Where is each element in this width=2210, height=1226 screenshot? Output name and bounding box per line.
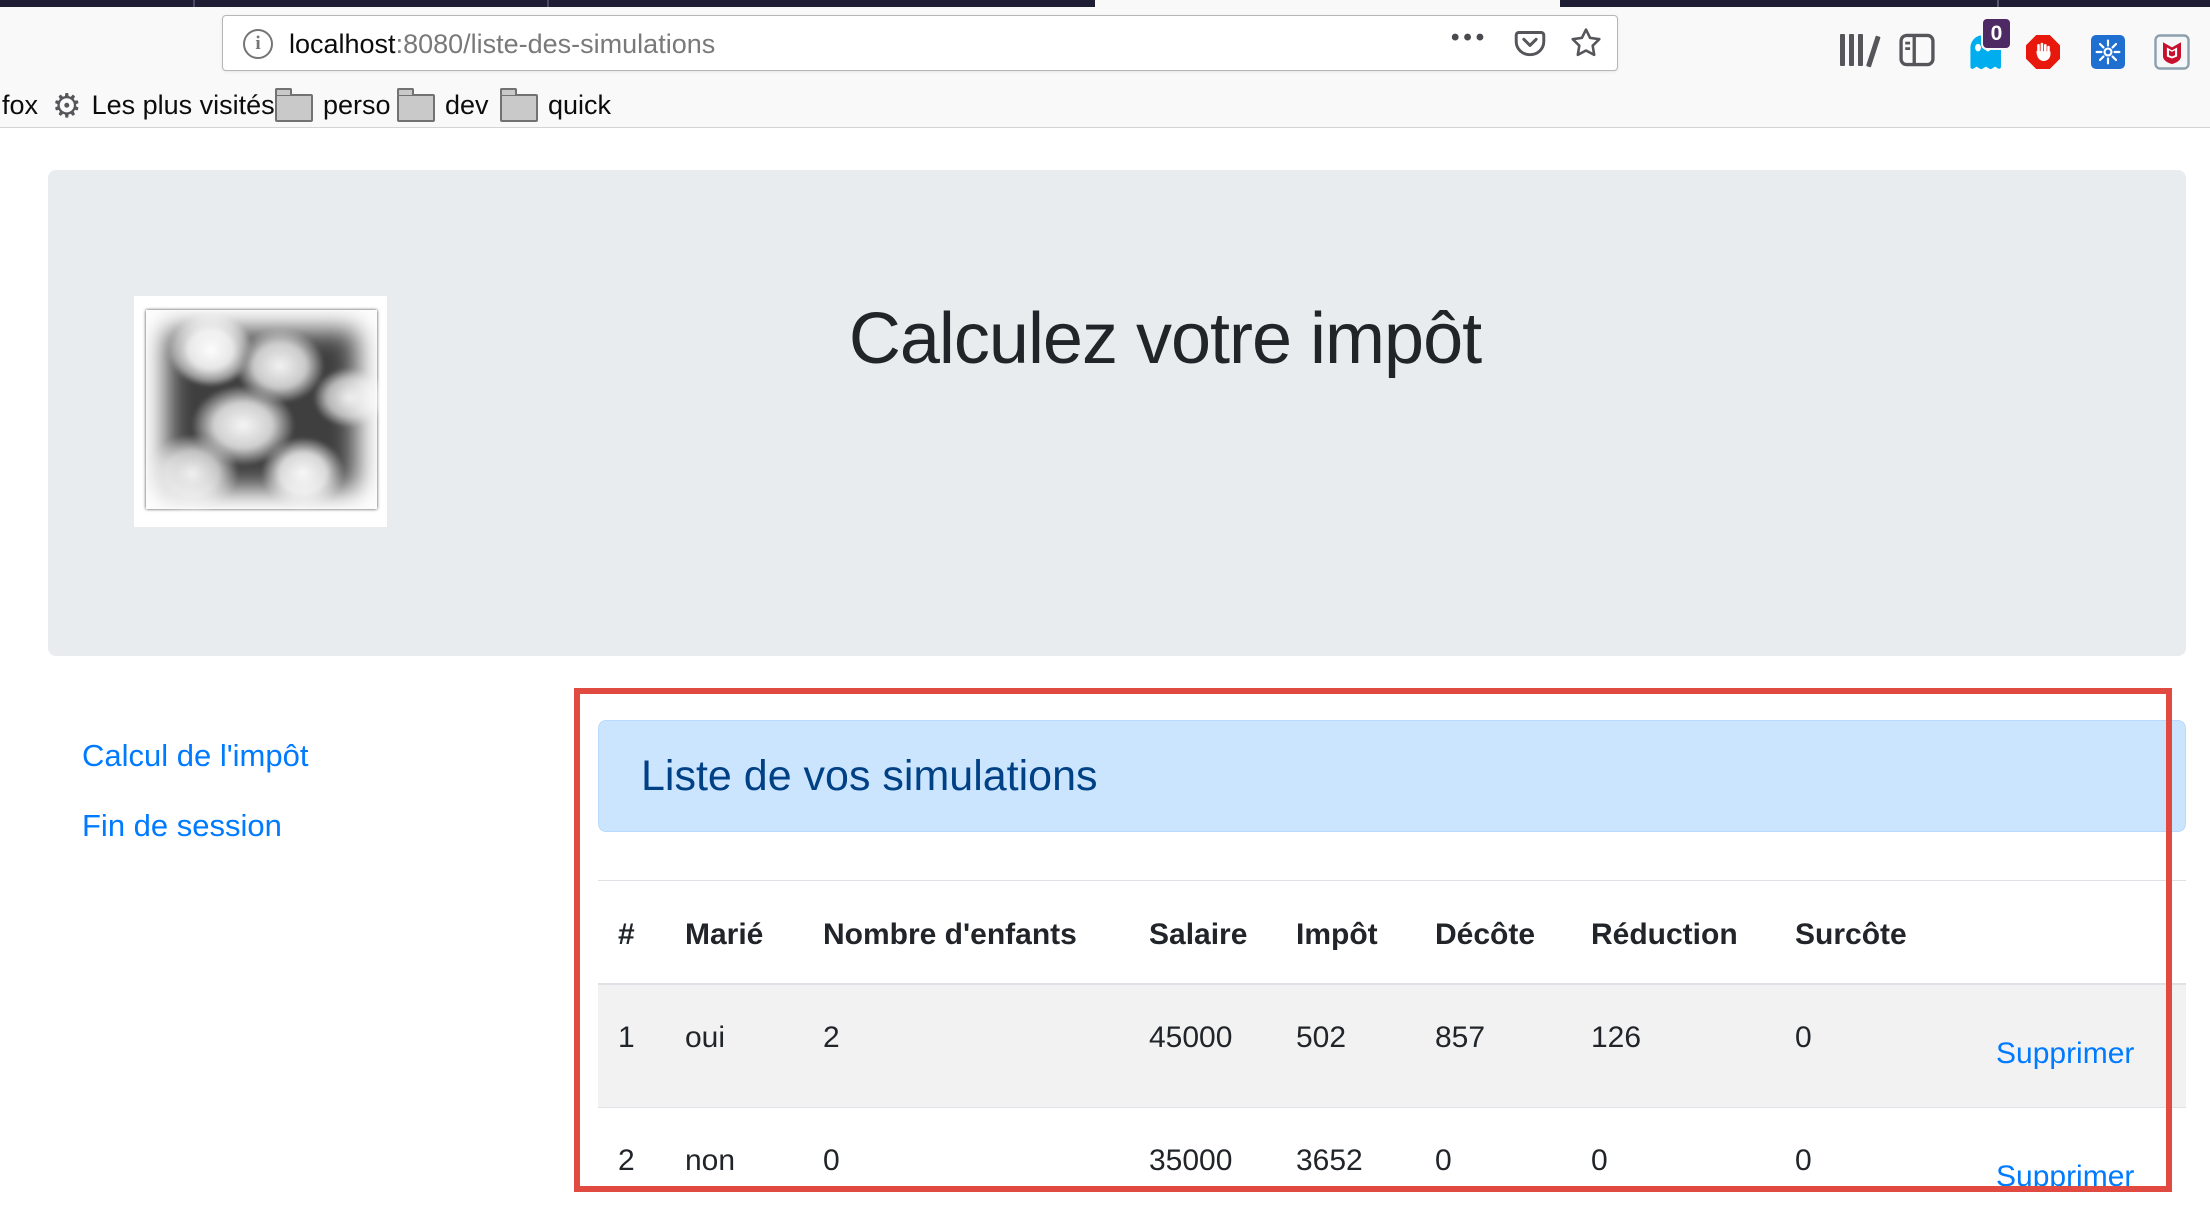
stop-hand-icon (2026, 35, 2060, 69)
photo-vignette (146, 310, 377, 509)
ghostery-extension-icon[interactable]: 0 (1964, 33, 2002, 71)
bookmark-label: dev (445, 90, 489, 121)
ghostery-badge: 0 (1981, 17, 2012, 50)
library-icon (1838, 34, 1872, 66)
cell-impot: 502 (1276, 984, 1415, 1108)
bookmark-folder-quick[interactable]: quick (500, 84, 611, 127)
folder-icon (275, 94, 313, 122)
navigation-toolbar: i localhost:8080/liste-des-simulations •… (0, 7, 2210, 84)
table-row: 2 non 0 35000 3652 0 0 0 Supprimer (598, 1108, 2186, 1226)
bookmark-label: fox (2, 90, 38, 121)
library-icon[interactable] (1836, 31, 1874, 69)
browser-window: i localhost:8080/liste-des-simulations •… (0, 0, 2210, 1226)
folder-icon (500, 94, 538, 122)
sidebars-icon (1899, 33, 1935, 67)
tab-divider (547, 0, 549, 7)
tab-strip (0, 0, 2210, 7)
url-bar[interactable]: i localhost:8080/liste-des-simulations •… (222, 15, 1618, 71)
bookmark-label: Les plus visités (92, 90, 275, 121)
bookmark-star-icon[interactable] (1567, 24, 1605, 62)
bookmark-label: quick (548, 90, 611, 121)
simulations-table: # Marié Nombre d'enfants Salaire Impôt D… (598, 880, 2186, 1226)
simulations-panel-header: Liste de vos simulations (598, 720, 2186, 832)
cell-reduction: 126 (1571, 984, 1775, 1108)
star-icon (1569, 26, 1603, 60)
bookmark-label: perso (323, 90, 391, 121)
shield-icon (2154, 34, 2190, 70)
page-title: Calculez votre impôt (760, 298, 1570, 380)
col-header-actions (1976, 881, 2186, 985)
col-header-impot: Impôt (1276, 881, 1415, 985)
bookmarks-toolbar: fox ⚙ Les plus visités perso dev quick (0, 84, 2210, 128)
flower-photo (134, 296, 387, 527)
col-header-decote: Décôte (1415, 881, 1571, 985)
col-header-marie: Marié (665, 881, 803, 985)
nav-link-calcul-impot[interactable]: Calcul de l'impôt (82, 738, 308, 774)
bookmark-item-fox[interactable]: fox (2, 84, 38, 127)
page-actions-icon[interactable]: ••• (1451, 24, 1488, 52)
delete-simulation-link[interactable]: Supprimer (1996, 1037, 2134, 1071)
col-header-num: # (598, 881, 665, 985)
cell-surcote: 0 (1775, 1108, 1976, 1226)
site-info-icon[interactable]: i (243, 29, 273, 59)
cell-surcote: 0 (1775, 984, 1976, 1108)
cell-reduction: 0 (1571, 1108, 1775, 1226)
bookmark-folder-dev[interactable]: dev (397, 84, 489, 127)
extension-starburst-icon[interactable] (2089, 33, 2127, 71)
nav-link-fin-session[interactable]: Fin de session (82, 808, 282, 844)
panel-title: Liste de vos simulations (641, 752, 1098, 801)
table-row: 1 oui 2 45000 502 857 126 0 Supprimer (598, 984, 2186, 1108)
adblocker-icon[interactable] (2024, 33, 2062, 71)
tab-divider (193, 0, 195, 7)
cell-salaire: 35000 (1129, 1108, 1276, 1226)
col-header-enfants: Nombre d'enfants (803, 881, 1129, 985)
mcafee-webadvisor-icon[interactable] (2153, 33, 2191, 71)
cell-marie: oui (665, 984, 803, 1108)
gear-icon: ⚙ (52, 89, 82, 122)
url-path: :8080/liste-des-simulations (396, 29, 716, 59)
cell-enfants: 2 (803, 984, 1129, 1108)
url-host: localhost (289, 29, 396, 59)
pocket-icon[interactable] (1511, 24, 1549, 62)
pocket-icon (1514, 27, 1546, 59)
tab-divider (1997, 0, 1999, 7)
cell-num: 1 (598, 984, 665, 1108)
col-header-reduction: Réduction (1571, 881, 1775, 985)
cell-num: 2 (598, 1108, 665, 1226)
folder-icon (397, 94, 435, 122)
delete-simulation-link[interactable]: Supprimer (1996, 1160, 2134, 1194)
cell-decote: 857 (1415, 984, 1571, 1108)
cell-marie: non (665, 1108, 803, 1226)
table-header-row: # Marié Nombre d'enfants Salaire Impôt D… (598, 881, 2186, 985)
sidebars-icon[interactable] (1898, 31, 1936, 69)
col-header-salaire: Salaire (1129, 881, 1276, 985)
cell-impot: 3652 (1276, 1108, 1415, 1226)
active-tab[interactable] (1095, 0, 1560, 7)
cell-enfants: 0 (803, 1108, 1129, 1226)
bookmark-item-most-visited[interactable]: ⚙ Les plus visités (52, 84, 275, 127)
cell-salaire: 45000 (1129, 984, 1276, 1108)
cell-decote: 0 (1415, 1108, 1571, 1226)
starburst-icon (2091, 35, 2125, 69)
col-header-surcote: Surcôte (1775, 881, 1976, 985)
url-text[interactable]: localhost:8080/liste-des-simulations (289, 29, 715, 60)
bookmark-folder-perso[interactable]: perso (275, 84, 391, 127)
